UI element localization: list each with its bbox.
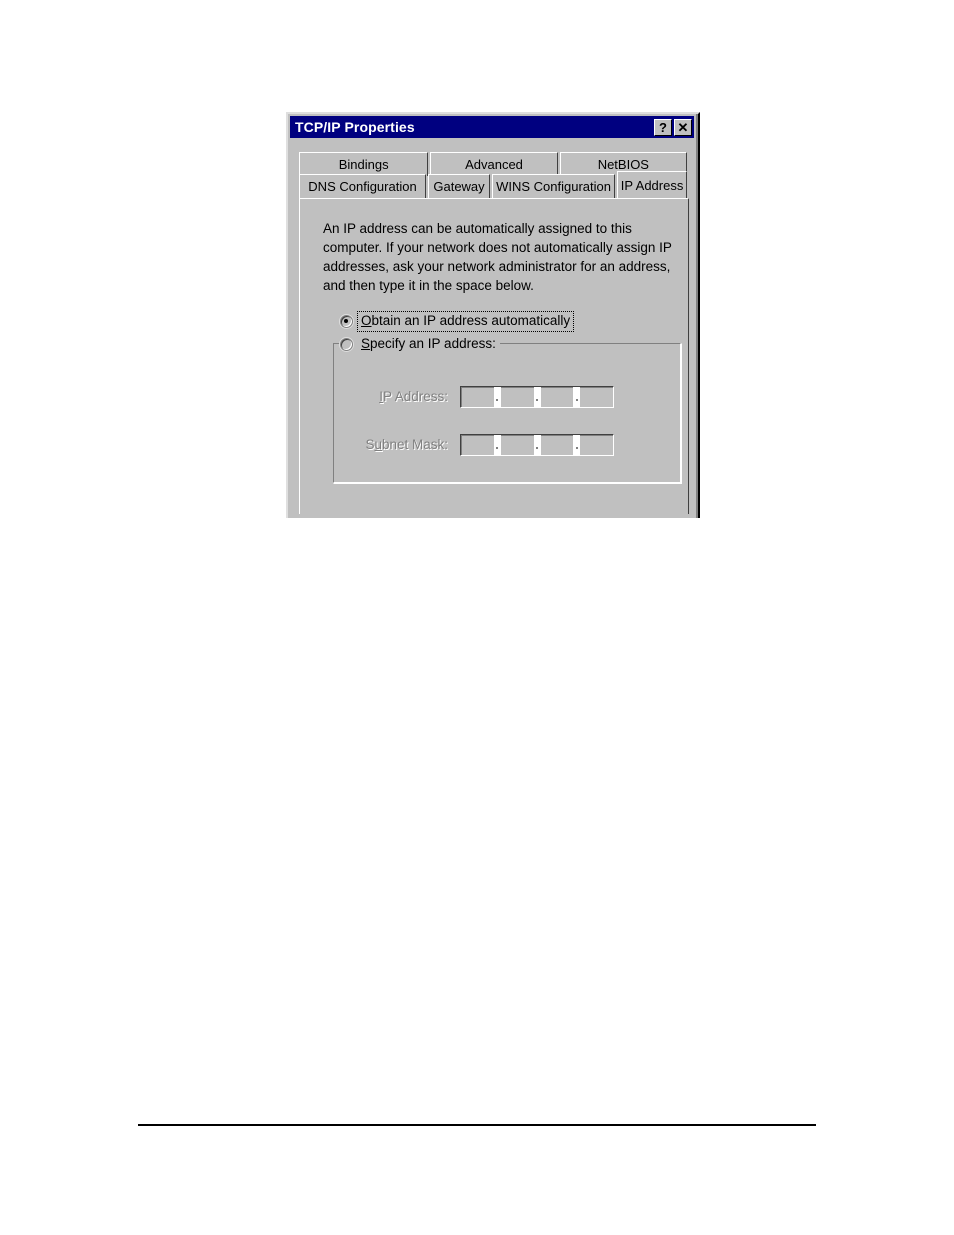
mask-octet-2[interactable] [501, 435, 534, 455]
dialog-titlebar[interactable]: TCP/IP Properties ? ✕ [290, 116, 694, 138]
ip-address-field-row: IP Address: [352, 386, 614, 408]
tab-row-bottom: DNS Configuration Gateway WINS Configura… [299, 171, 689, 198]
ip-octet-4[interactable] [580, 387, 613, 407]
ip-octet-3[interactable] [541, 387, 574, 407]
radio-obtain-label: Obtain an IP address automatically [356, 311, 575, 332]
tab-wins-configuration[interactable]: WINS Configuration [492, 174, 616, 198]
ip-separator-2 [533, 387, 541, 407]
radio-specify-ip-address[interactable]: Specify an IP address: [340, 336, 500, 352]
radio-obtain-accel: O [361, 313, 372, 328]
tab-strip: Bindings Advanced NetBIOS DNS Configurat… [299, 152, 689, 200]
mask-octet-1[interactable] [461, 435, 494, 455]
radio-unselected-icon[interactable] [340, 337, 353, 351]
ip-octet-2[interactable] [501, 387, 534, 407]
mask-separator-3 [573, 435, 581, 455]
tcpip-properties-dialog: TCP/IP Properties ? ✕ Bindings Advanced … [286, 112, 700, 518]
mask-octet-3[interactable] [541, 435, 574, 455]
radio-selected-icon[interactable] [340, 314, 353, 328]
ip-address-label: IP Address: [352, 388, 460, 405]
close-button[interactable]: ✕ [674, 118, 692, 136]
radio-specify-label: Specify an IP address: [361, 336, 496, 352]
subnet-mask-label-text: bnet Mask: [381, 436, 448, 452]
ip-address-label-text: P Address: [382, 388, 448, 404]
subnet-mask-accel: u [374, 436, 382, 452]
tab-advanced[interactable]: Advanced [430, 152, 558, 176]
mask-separator-1 [493, 435, 501, 455]
radio-obtain-ip-automatically[interactable]: Obtain an IP address automatically [340, 311, 575, 332]
radio-specify-accel: S [361, 336, 371, 351]
description-text: An IP address can be automatically assig… [323, 221, 672, 293]
tab-dns-configuration[interactable]: DNS Configuration [299, 174, 426, 198]
subnet-mask-input[interactable] [460, 434, 614, 456]
help-button[interactable]: ? [654, 118, 672, 136]
page-footer-rule [138, 1124, 816, 1126]
tab-gateway[interactable]: Gateway [428, 174, 491, 198]
mask-octet-4[interactable] [580, 435, 613, 455]
tab-ip-address[interactable]: IP Address [617, 171, 687, 198]
radio-specify-text: pecify an IP address: [370, 336, 496, 351]
document-page: TCP/IP Properties ? ✕ Bindings Advanced … [0, 0, 954, 1235]
ip-separator-3 [573, 387, 581, 407]
radio-obtain-text: btain an IP address automatically [371, 313, 571, 328]
tab-bindings[interactable]: Bindings [299, 152, 429, 176]
mask-separator-2 [533, 435, 541, 455]
dialog-title: TCP/IP Properties [295, 119, 415, 135]
ip-address-tab-panel: An IP address can be automatically assig… [299, 198, 689, 514]
subnet-mask-label: Subnet Mask: [352, 436, 460, 453]
specify-ip-groupbox [332, 342, 682, 484]
ip-octet-1[interactable] [461, 387, 494, 407]
subnet-mask-field-row: Subnet Mask: [352, 434, 614, 456]
ip-separator-1 [493, 387, 501, 407]
ip-address-input[interactable] [460, 386, 614, 408]
